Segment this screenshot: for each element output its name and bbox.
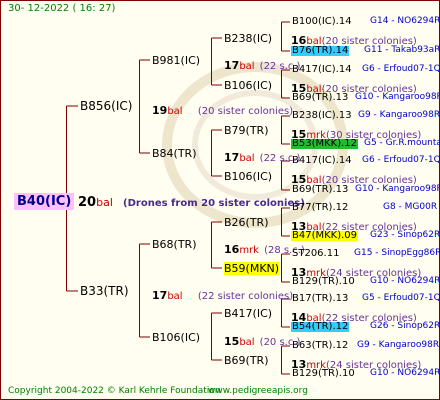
b856-drone-info: 19bal (20 sister colonies) [152, 101, 293, 117]
b981-drone-info: 17bal (22 s.c.) [224, 56, 300, 72]
g4-b69-b[interactable]: B69(TR).13 [291, 185, 349, 195]
g4-b76[interactable]: B76(TR).14 [291, 46, 350, 56]
g4-b69-a[interactable]: B69(TR).13 [291, 93, 349, 103]
b84-unit: bal [239, 153, 255, 164]
b33-count: 17 [152, 289, 168, 302]
b981-unit: bal [239, 61, 255, 72]
g4-b100[interactable]: B100(IC).14 [291, 17, 353, 27]
b68-unit: mrk [239, 245, 259, 256]
g4-b238[interactable]: B238(IC).13 [291, 111, 353, 121]
queen-b68[interactable]: B68(TR) [152, 239, 197, 250]
g4-b69-b-info: G10 - Kangaroo98R [355, 184, 440, 194]
pedigree-chart: 30- 12-2022 ( 16: 27) B40(IC) 20bal (Dro… [0, 0, 440, 400]
root-unit: bal [96, 196, 113, 209]
g4-b17[interactable]: B17(TR).13 [291, 294, 349, 304]
root-queen-id: B40(IC) [14, 193, 75, 210]
root-drone-info: 20bal (Drones from 20 sister colonies) [78, 193, 305, 209]
queen-b59[interactable]: B59(MKN) [224, 262, 280, 275]
b856-note: (20 sister colonies) [197, 106, 294, 117]
footer-copyright: Copyright 2004-2022 © Karl Kehrle Founda… [8, 386, 221, 396]
g4-b129-a-info: G10 - NO6294R [370, 276, 440, 286]
b856-unit: bal [167, 106, 183, 117]
queen-b69[interactable]: B69(TR) [224, 355, 269, 366]
g4-b47[interactable]: B47(MKK).09 [291, 231, 359, 241]
b33-unit: bal [167, 291, 183, 302]
g4-b77-info: G8 - MG00R [383, 202, 438, 212]
root-note: (Drones from 20 sister colonies) [123, 198, 305, 209]
b68-count: 16 [224, 243, 240, 256]
queen-b238[interactable]: B238(IC) [224, 33, 272, 44]
b33-note: (22 sister colonies) [197, 291, 294, 302]
queen-b106-g2[interactable]: B106(IC) [152, 332, 200, 343]
g4-b77[interactable]: B77(TR).12 [291, 203, 349, 213]
g4-b417-b[interactable]: B417(IC).14 [291, 156, 353, 166]
g4-b69-a-info: G10 - Kangaroo98R [355, 92, 440, 102]
g4-b63[interactable]: B63(TR).12 [291, 341, 349, 351]
queen-b981[interactable]: B981(IC) [152, 55, 200, 66]
g4-b54[interactable]: B54(TR).12 [291, 322, 350, 332]
queen-b856[interactable]: B856(IC) [80, 100, 132, 112]
g4-b100-info: G14 - NO6294R [370, 16, 440, 26]
b856-count: 19 [152, 104, 168, 117]
queen-b33[interactable]: B33(TR) [80, 285, 129, 297]
b84-drone-info: 17bal (22 s.c.) [224, 148, 300, 164]
queen-b84[interactable]: B84(TR) [152, 148, 197, 159]
b33-drone-info: 17bal (22 sister colonies) [152, 286, 293, 302]
g4-b129-b[interactable]: B129(TR).10 [291, 369, 356, 379]
g4-b47-info: G23 - Sinop62R [370, 230, 440, 240]
root-count: 20 [78, 195, 97, 210]
timestamp: 30- 12-2022 ( 16: 27) [8, 3, 116, 14]
g4-b417-b-info: G6 - Erfoud07-1Q [362, 155, 440, 165]
b106-unit: bal [239, 337, 255, 348]
g4-b53[interactable]: B53(MKK).12 [291, 139, 359, 149]
root-queen[interactable]: B40(IC) [14, 192, 75, 210]
b106-count: 15 [224, 335, 240, 348]
queen-b417[interactable]: B417(IC) [224, 308, 272, 319]
g4-b129-a[interactable]: B129(TR).10 [291, 277, 356, 287]
queen-b106-b[interactable]: B106(IC) [224, 171, 272, 182]
g4-b417-a-info: G6 - Erfoud07-1Q [362, 64, 440, 74]
g4-b54-info: G26 - Sinop62R [370, 321, 440, 331]
b84-count: 17 [224, 151, 240, 164]
g4-b53-info: G5 - Gr.R.mounta [364, 138, 440, 148]
g4-b129-b-info: G10 - NO6294R [370, 368, 440, 378]
b981-count: 17 [224, 59, 240, 72]
queen-b59-id: B59(MKN) [224, 262, 280, 275]
g4-b238-info: G9 - Kangaroo98R [358, 110, 440, 120]
queen-b26[interactable]: B26(TR) [224, 217, 269, 228]
g4-b417-a[interactable]: B417(IC).14 [291, 65, 353, 75]
g4-st206-info: G15 - SinopEgg86R [354, 248, 440, 258]
queen-b106-a[interactable]: B106(IC) [224, 80, 272, 91]
g4-b76-info: G11 - Takab93aR [364, 45, 440, 55]
g4-b63-info: G9 - Kangaroo98R [357, 340, 440, 350]
footer-site-link[interactable]: www.pedigreeapis.org [208, 387, 308, 396]
g4-st206[interactable]: ST206.11 [291, 249, 340, 259]
g4-b17-info: G5 - Erfoud07-1Q [362, 293, 440, 303]
b106-drone-info: 15bal (20 s.c.) [224, 332, 300, 348]
queen-b79[interactable]: B79(TR) [224, 125, 269, 136]
